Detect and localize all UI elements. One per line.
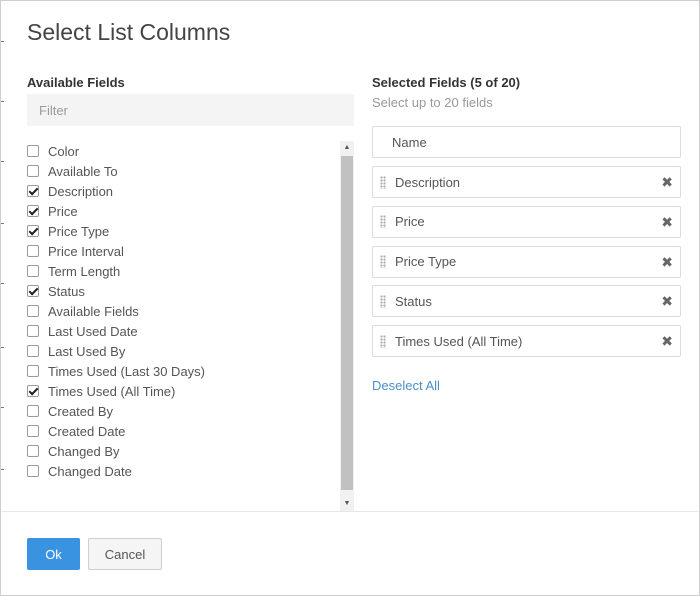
checkbox-unchecked-icon[interactable]	[27, 405, 39, 417]
selected-fields-list: Description ✖ Price ✖ Price Type ✖ Status ✖ Time…	[372, 166, 681, 365]
selected-field-label: Price Type	[395, 254, 457, 269]
field-option[interactable]: Price Interval	[27, 241, 327, 261]
field-option-label: Status	[48, 283, 85, 299]
field-option[interactable]: Available To	[27, 161, 327, 181]
drag-handle-icon[interactable]	[380, 215, 386, 229]
field-option[interactable]: Times Used (Last 30 Days)	[27, 361, 327, 381]
checkbox-unchecked-icon[interactable]	[27, 145, 39, 157]
available-fields-list: Color Available To Description Price Price T…	[27, 141, 327, 486]
field-option[interactable]: Term Length	[27, 261, 327, 281]
selected-field-label: Description	[395, 174, 461, 190]
drag-handle-icon[interactable]	[380, 334, 386, 348]
scroll-up-arrow-icon[interactable]: ▲	[340, 141, 354, 155]
available-fields-heading: Available Fields	[27, 75, 125, 90]
checkbox-unchecked-icon[interactable]	[27, 325, 39, 337]
remove-field-icon[interactable]: ✖	[661, 334, 673, 348]
checkbox-unchecked-icon[interactable]	[27, 425, 39, 437]
field-option-label: Price	[48, 203, 78, 219]
selected-field-label: Times Used (All Time)	[395, 333, 523, 349]
field-option[interactable]: Description	[27, 181, 327, 201]
checkbox-unchecked-icon[interactable]	[27, 165, 39, 177]
selected-fields-heading: Selected Fields (5 of 20)	[372, 75, 521, 90]
field-option[interactable]: Last Used By	[27, 341, 327, 361]
available-fields-scrollbar[interactable]: ▲ ▼	[340, 141, 354, 511]
field-option[interactable]: Price Type	[27, 221, 327, 241]
filter-input[interactable]	[27, 94, 354, 126]
checkbox-unchecked-icon[interactable]	[27, 265, 39, 277]
field-option-label: Color	[48, 143, 80, 159]
selected-field-item[interactable]: Price Type ✖	[372, 245, 681, 278]
fixed-field-label: Name	[392, 134, 427, 150]
checkbox-unchecked-icon[interactable]	[27, 345, 39, 357]
remove-field-icon[interactable]: ✖	[661, 175, 673, 189]
selected-fields-helper: Select up to 20 fields	[372, 95, 493, 110]
field-option-label: Created Date	[48, 423, 126, 439]
field-option-label: Changed Date	[48, 463, 132, 479]
checkbox-unchecked-icon[interactable]	[27, 365, 39, 377]
scrollbar-thumb[interactable]	[341, 156, 353, 490]
field-option-label: Available To	[48, 163, 118, 179]
checkbox-checked-icon[interactable]	[27, 285, 39, 297]
footer-divider	[1, 511, 699, 512]
remove-field-icon[interactable]: ✖	[661, 255, 673, 269]
field-option-label: Last Used Date	[48, 323, 138, 339]
remove-field-icon[interactable]: ✖	[661, 294, 673, 308]
field-option-label: Term Length	[48, 263, 121, 279]
field-option-label: Times Used (Last 30 Days)	[48, 363, 206, 379]
checkbox-checked-icon[interactable]	[27, 185, 39, 197]
ok-button[interactable]: Ok	[27, 538, 80, 570]
remove-field-icon[interactable]: ✖	[661, 215, 673, 229]
drag-handle-icon[interactable]	[380, 255, 386, 268]
field-option[interactable]: Color	[27, 141, 327, 161]
field-option[interactable]: Last Used Date	[27, 321, 327, 341]
selected-field-item[interactable]: Status ✖	[372, 285, 681, 318]
selected-field-item[interactable]: Price ✖	[372, 205, 681, 238]
field-option-label: Price Interval	[48, 243, 124, 259]
field-option[interactable]: Changed Date	[27, 461, 327, 481]
field-option-label: Times Used (All Time)	[48, 383, 176, 399]
field-option[interactable]: Created By	[27, 401, 327, 421]
field-option[interactable]: Created Date	[27, 421, 327, 441]
field-option-label: Last Used By	[48, 343, 126, 359]
checkbox-unchecked-icon[interactable]	[27, 245, 39, 257]
checkbox-unchecked-icon[interactable]	[27, 305, 39, 317]
checkbox-unchecked-icon[interactable]	[27, 465, 39, 477]
selected-field-item[interactable]: Times Used (All Time) ✖	[372, 325, 681, 357]
field-option-label: Description	[48, 183, 114, 199]
selected-field-label: Price	[395, 214, 425, 230]
drag-handle-icon[interactable]	[380, 294, 386, 308]
field-option[interactable]: Changed By	[27, 441, 327, 461]
drag-handle-icon[interactable]	[380, 175, 386, 189]
field-option-label: Price Type	[48, 223, 110, 239]
fixed-field-name: Name	[372, 126, 681, 158]
selected-field-label: Status	[395, 293, 432, 309]
field-option[interactable]: Status	[27, 281, 327, 301]
field-option[interactable]: Price	[27, 201, 327, 221]
field-option[interactable]: Available Fields	[27, 301, 327, 321]
selected-field-item[interactable]: Description ✖	[372, 166, 681, 198]
scroll-down-arrow-icon[interactable]: ▼	[340, 497, 354, 511]
field-option-label: Created By	[48, 403, 114, 419]
checkbox-checked-icon[interactable]	[27, 205, 39, 217]
field-option-label: Available Fields	[48, 303, 139, 319]
checkbox-checked-icon[interactable]	[27, 225, 39, 237]
checkbox-unchecked-icon[interactable]	[27, 445, 39, 457]
checkbox-checked-icon[interactable]	[27, 385, 39, 397]
field-option[interactable]: Times Used (All Time)	[27, 381, 327, 401]
cancel-button[interactable]: Cancel	[88, 538, 162, 570]
field-option-label: Changed By	[48, 443, 120, 459]
deselect-all-link[interactable]: Deselect All	[372, 378, 440, 393]
dialog-title: Select List Columns	[27, 19, 231, 45]
select-list-columns-dialog: Select List Columns Available Fields Col…	[0, 0, 700, 596]
